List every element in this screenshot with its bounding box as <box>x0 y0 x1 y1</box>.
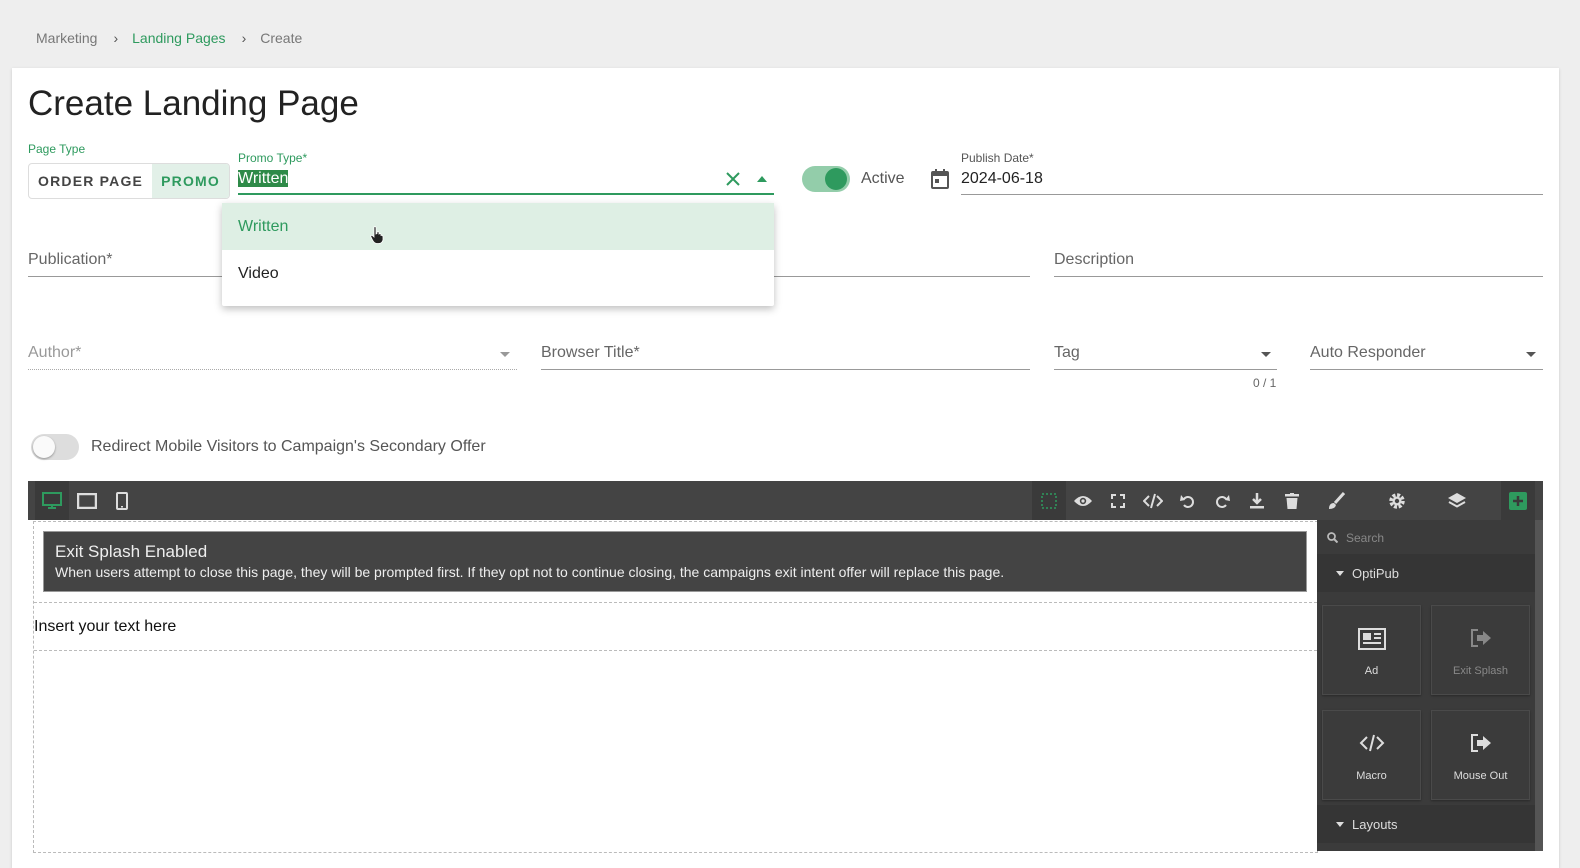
order-page-button[interactable]: ORDER PAGE <box>29 164 152 198</box>
section-layouts[interactable]: Layouts <box>1317 805 1535 843</box>
auto-responder-underline <box>1310 369 1543 370</box>
section-optipub[interactable]: OptiPub <box>1317 554 1535 592</box>
description-field[interactable]: Description <box>1054 251 1134 269</box>
mobile-view-icon[interactable] <box>105 481 139 520</box>
search-placeholder: Search <box>1346 531 1385 545</box>
promo-type-option-written[interactable]: Written <box>222 203 774 250</box>
download-icon[interactable] <box>1240 481 1274 520</box>
browser-title-field[interactable]: Browser Title* <box>541 344 640 362</box>
description-underline <box>1054 276 1543 277</box>
publication-field[interactable]: Publication* <box>28 251 113 269</box>
tag-dropdown-icon[interactable] <box>1259 348 1273 360</box>
breadcrumb-separator: › <box>241 30 247 46</box>
auto-responder-dropdown-icon[interactable] <box>1524 348 1538 360</box>
redirect-toggle-label: Redirect Mobile Visitors to Campaign's S… <box>91 438 486 455</box>
exit-splash-text: When users attempt to close this page, t… <box>55 564 1005 580</box>
desktop-view-icon[interactable] <box>35 481 69 520</box>
hand-cursor-icon <box>369 225 385 245</box>
section-optipub-label: OptiPub <box>1352 566 1399 581</box>
page-type-toggle: ORDER PAGE PROMO <box>28 163 230 199</box>
undo-icon[interactable] <box>1171 481 1205 520</box>
active-toggle-thumb <box>825 168 847 190</box>
tablet-view-icon[interactable] <box>70 481 104 520</box>
breadcrumb-create: Create <box>260 30 303 46</box>
promo-type-underline <box>238 193 774 195</box>
publish-date-input[interactable]: 2024-06-18 <box>961 170 1043 188</box>
block-exit-splash-label: Exit Splash <box>1452 665 1509 677</box>
trash-icon[interactable] <box>1275 481 1309 520</box>
editor-toolbar <box>28 481 1543 520</box>
settings-gear-icon[interactable] <box>1380 481 1414 520</box>
promo-type-value: Written <box>238 170 289 187</box>
block-macro-label: Macro <box>1356 770 1387 782</box>
tag-counter: 0 / 1 <box>1253 376 1277 390</box>
block-ad[interactable]: Ad <box>1322 605 1421 695</box>
search-icon <box>1326 531 1338 543</box>
breadcrumb: Marketing › Landing Pages › Create <box>36 30 302 46</box>
section-layouts-label: Layouts <box>1352 817 1398 832</box>
block-mouse-out[interactable]: Mouse Out <box>1431 710 1530 800</box>
breadcrumb-landing-pages[interactable]: Landing Pages <box>132 30 225 46</box>
preview-eye-icon[interactable] <box>1066 481 1100 520</box>
block-ad-label: Ad <box>1364 665 1379 677</box>
promo-type-menu: Written Video <box>222 203 774 306</box>
page-title: Create Landing Page <box>28 84 359 123</box>
promo-type-select[interactable]: Written <box>238 170 289 188</box>
redo-icon[interactable] <box>1205 481 1239 520</box>
page-type-label: Page Type <box>28 142 86 156</box>
tag-underline <box>1054 369 1277 370</box>
active-label: Active <box>861 170 905 187</box>
text-block[interactable]: Insert your text here <box>34 602 1317 651</box>
exit-icon <box>1432 628 1529 648</box>
redirect-toggle-thumb <box>33 436 55 458</box>
tag-field[interactable]: Tag <box>1054 344 1080 362</box>
publish-date-label: Publish Date* <box>961 151 1034 165</box>
layers-icon[interactable] <box>1440 481 1474 520</box>
block-macro[interactable]: Macro <box>1322 710 1421 800</box>
code-icon <box>1323 733 1420 753</box>
calendar-icon[interactable] <box>929 168 951 190</box>
blocks-search[interactable]: Search <box>1317 520 1535 554</box>
author-dropdown-icon[interactable] <box>498 348 512 360</box>
breadcrumb-separator: › <box>113 30 119 46</box>
block-mouse-out-label: Mouse Out <box>1453 770 1508 782</box>
code-view-icon[interactable] <box>1136 481 1170 520</box>
page-builder: Exit Splash Enabled When users attempt t… <box>28 481 1543 853</box>
breadcrumb-marketing[interactable]: Marketing <box>36 30 97 46</box>
caret-down-icon <box>1335 821 1345 827</box>
author-field[interactable]: Author* <box>28 344 81 362</box>
publish-date-underline <box>961 194 1543 195</box>
fullscreen-icon[interactable] <box>1101 481 1135 520</box>
sign-out-icon <box>1432 733 1529 753</box>
newspaper-icon <box>1323 628 1420 650</box>
editor-canvas[interactable]: Exit Splash Enabled When users attempt t… <box>33 521 1318 853</box>
promo-button[interactable]: PROMO <box>152 164 229 198</box>
promo-type-option-video[interactable]: Video <box>222 250 774 297</box>
promo-type-label: Promo Type* <box>238 151 308 165</box>
block-exit-splash[interactable]: Exit Splash <box>1431 605 1530 695</box>
add-blocks-icon[interactable] <box>1501 481 1535 520</box>
blocks-panel: Search OptiPub Ad Exit Splash Macro Mous… <box>1317 520 1535 851</box>
caret-down-icon <box>1335 570 1345 576</box>
panel-scrollbar[interactable] <box>1535 520 1543 851</box>
exit-splash-banner[interactable]: Exit Splash Enabled When users attempt t… <box>43 531 1307 592</box>
auto-responder-field[interactable]: Auto Responder <box>1310 344 1426 362</box>
clear-icon[interactable] <box>722 168 744 190</box>
exit-splash-title: Exit Splash Enabled <box>55 542 208 561</box>
text-block-content: Insert your text here <box>34 618 177 635</box>
browser-title-underline <box>541 369 1030 370</box>
component-outline-icon[interactable] <box>1032 481 1066 520</box>
author-underline <box>28 369 517 371</box>
style-manager-brush-icon[interactable] <box>1319 481 1353 520</box>
caret-up-icon[interactable] <box>752 170 772 188</box>
